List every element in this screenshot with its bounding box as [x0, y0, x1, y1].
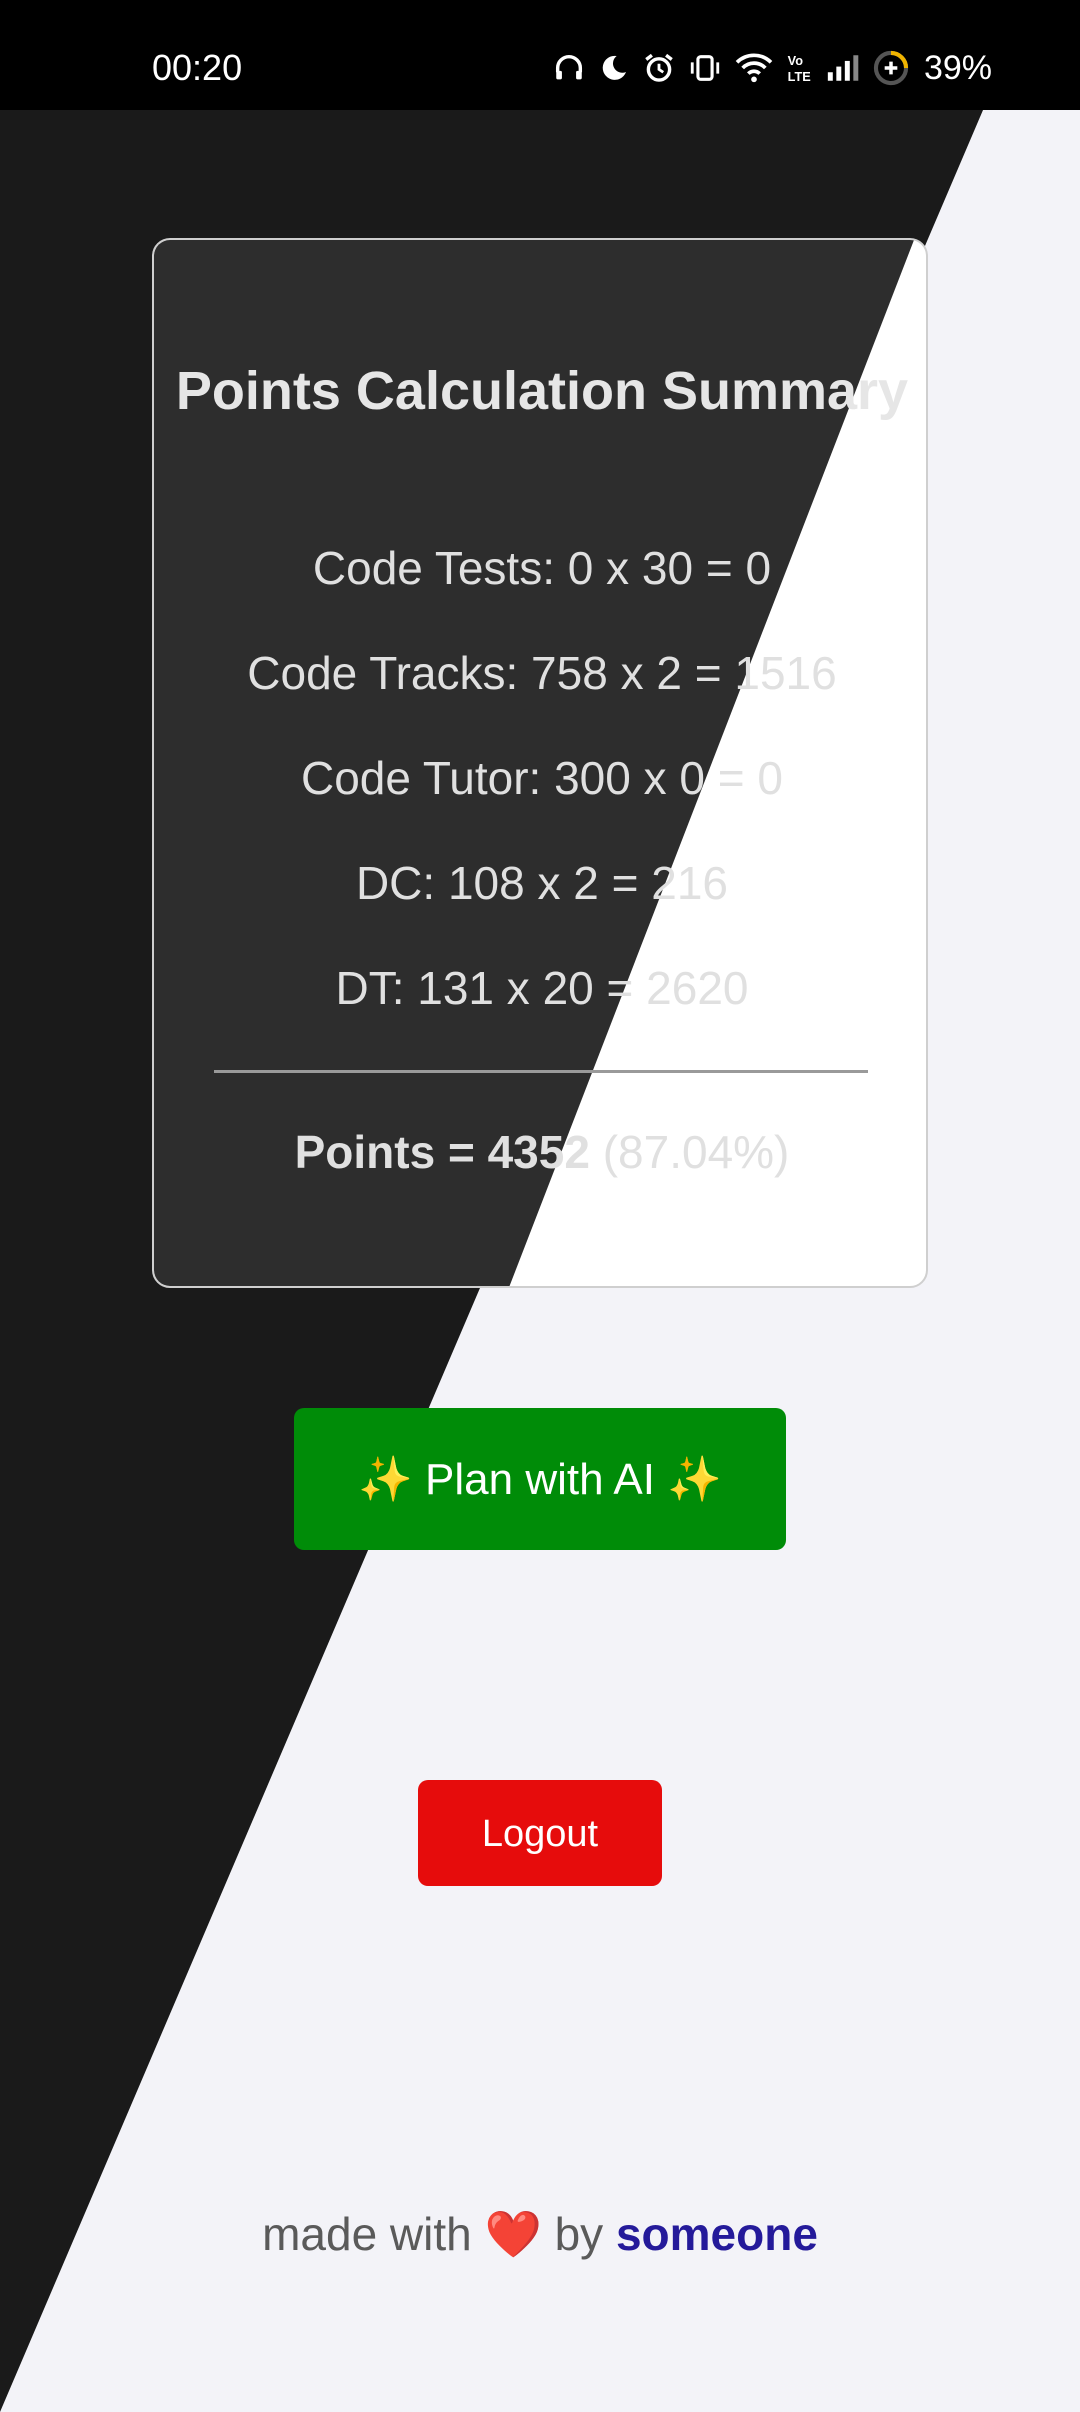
points-summary-card: Points Calculation Summary Code Tests: 0… [152, 238, 928, 1288]
sparkles-icon: ✨ [667, 1455, 722, 1504]
plan-with-ai-label: Plan with AI [425, 1455, 655, 1504]
vibrate-icon [688, 51, 722, 85]
points-total-value: Points = 4352 [294, 1126, 590, 1178]
plan-with-ai-button[interactable]: ✨ Plan with AI ✨ [294, 1408, 786, 1550]
card-content: Points Calculation Summary Code Tests: 0… [154, 240, 926, 1286]
author-link[interactable]: someone [616, 2208, 818, 2260]
summary-divider [214, 1070, 868, 1073]
heart-icon: ❤️ [484, 2208, 542, 2260]
sparkles-icon: ✨ [358, 1455, 413, 1504]
logout-button[interactable]: Logout [418, 1780, 662, 1886]
dt-row: DT: 131 x 20 = 2620 [335, 962, 749, 1014]
points-total: Points = 4352 (87.04%) [154, 1124, 926, 1180]
svg-text:Vo: Vo [788, 53, 804, 68]
footer-prefix: made with [262, 2208, 472, 2260]
svg-text:LTE: LTE [788, 69, 811, 84]
wifi-icon [734, 51, 774, 85]
moon-icon [598, 52, 630, 84]
volte-icon: Vo LTE [786, 51, 812, 85]
alarm-icon [642, 51, 676, 85]
battery-icon [872, 49, 910, 87]
card-title: Points Calculation Summary [175, 361, 909, 421]
dc-row: DC: 108 x 2 = 216 [355, 857, 729, 909]
code-tutor-row: Code Tutor: 300 x 0 = 0 [300, 752, 784, 804]
status-icons: Vo LTE 39% [552, 44, 992, 92]
signal-icon [824, 51, 860, 85]
status-time: 00:20 [152, 47, 243, 88]
points-total-percent: (87.04%) [602, 1126, 790, 1178]
footer-credit: made with ❤️ by someone [0, 2204, 1080, 2264]
battery-percent: 39% [923, 49, 992, 87]
status-bar: 00:20 Vo LTE 39% [0, 0, 1080, 110]
code-tests-row: Code Tests: 0 x 30 = 0 [312, 542, 772, 594]
headphones-icon [552, 51, 586, 85]
footer-by: by [554, 2208, 604, 2260]
code-tracks-row: Code Tracks: 758 x 2 = 1516 [247, 647, 837, 699]
